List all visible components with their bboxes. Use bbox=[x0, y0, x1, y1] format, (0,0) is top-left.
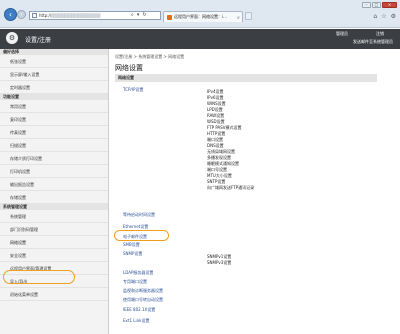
settings-gear-icon[interactable]: ⚙ bbox=[391, 13, 396, 20]
window-controls: – □ × bbox=[362, 2, 397, 8]
browser-chrome: – □ × ‹ › http://▓▓▓▓▓▓▓▓▓▓▓▓▓▓▓▓ ⌕ ▾ ↻ … bbox=[0, 0, 400, 28]
link-snmp[interactable]: SNMP设置 bbox=[123, 251, 142, 257]
sidebar-item-department-id[interactable]: 部门识别码管理 bbox=[0, 223, 108, 236]
sidebar-item-report[interactable]: 输出报告设置 bbox=[0, 178, 108, 191]
sidebar-item-display[interactable]: 显示屏/输入设置 bbox=[0, 68, 108, 81]
sidebar-item-timer[interactable]: 定时器设置 bbox=[0, 81, 108, 94]
page-icon bbox=[32, 13, 37, 18]
page-header-title: 设置/注册 bbox=[25, 37, 52, 44]
search-icon[interactable]: ⌕ bbox=[131, 12, 134, 18]
link-smb[interactable]: SMB设置 bbox=[123, 242, 140, 248]
refresh-icon[interactable]: ↻ bbox=[142, 12, 146, 18]
dropdown-icon[interactable]: ▾ bbox=[137, 12, 140, 18]
sidebar-item-system-management[interactable]: 系统管理 bbox=[0, 210, 108, 223]
url-masked: ▓▓▓▓▓▓▓▓▓▓▓▓▓▓▓▓ bbox=[51, 13, 101, 18]
sidebar-item-copy[interactable]: 复印设置 bbox=[0, 113, 108, 126]
sidebar: 偏好选择 纸张设置 显示屏/输入设置 定时器设置 功能设置 常用设置 复印设置 … bbox=[0, 49, 109, 334]
favorites-star-icon[interactable]: ☆ bbox=[381, 13, 386, 20]
sidebar-item-storage[interactable]: 存储设置 bbox=[0, 191, 108, 204]
link-monitoring[interactable]: 监视和诊断服务器设置 bbox=[123, 288, 163, 294]
email-settings-highlight bbox=[114, 230, 169, 241]
link-ieee8021x[interactable]: IEEE 802.1X设置 bbox=[123, 307, 155, 313]
link-ext1[interactable]: Ext1 Link设置 bbox=[123, 318, 149, 324]
logout-link[interactable]: 注销 bbox=[376, 31, 384, 37]
link-port-auto[interactable]: 使用端口号转自动设置 bbox=[123, 297, 163, 303]
tab-title: 远程用户界面：网络设置：i... bbox=[174, 14, 227, 19]
url-prefix: http:// bbox=[39, 13, 52, 18]
window-close-button[interactable]: × bbox=[382, 2, 397, 8]
home-icon[interactable]: ⌂ bbox=[373, 13, 377, 20]
link-tcpip[interactable]: TCP/IP设置 bbox=[123, 87, 143, 93]
app-header: ⚙ 设置/注册 管理员 注销 发送邮件至系统管理员 bbox=[0, 29, 400, 49]
link-startup-wait[interactable]: 等待启动时间设置 bbox=[123, 212, 155, 218]
favicon-icon bbox=[167, 14, 172, 20]
user-role: 管理员 bbox=[336, 31, 348, 36]
new-tab-button[interactable] bbox=[245, 12, 252, 20]
tcpip-item: 向广域网发送FTP通讯记录 bbox=[207, 185, 255, 190]
forward-arrow-icon[interactable]: › bbox=[17, 10, 26, 19]
main-content: 设置/注册 > 系统管理设置 > 网络设置 网络设置 网络设置 TCP/IP设置… bbox=[109, 49, 400, 334]
network-settings-highlight bbox=[3, 270, 75, 284]
minimize-button[interactable]: – bbox=[362, 2, 371, 8]
back-arrow-icon[interactable]: ‹ bbox=[4, 8, 17, 21]
settings-home-icon[interactable]: ⚙ bbox=[6, 32, 18, 44]
sidebar-item-fax[interactable]: 传真设置 bbox=[0, 126, 108, 139]
sidebar-item-printer[interactable]: 打印机设置 bbox=[0, 165, 108, 178]
sidebar-item-media-print[interactable]: 存储介质打印设置 bbox=[0, 152, 108, 165]
tab-close-icon[interactable]: × bbox=[237, 15, 242, 20]
snmp-item: SNMPv3设置 bbox=[207, 260, 232, 265]
breadcrumb: 设置/注册 > 系统管理设置 > 网络设置 bbox=[115, 54, 185, 59]
sidebar-item-security[interactable]: 安全设置 bbox=[0, 249, 108, 262]
sidebar-item-init-menu[interactable]: 初始化菜单设置 bbox=[0, 288, 108, 301]
sidebar-item-scan[interactable]: 扫描设置 bbox=[0, 139, 108, 152]
sidebar-item-paper[interactable]: 纸张设置 bbox=[0, 55, 108, 68]
section-header: 网络设置 bbox=[115, 74, 377, 82]
mail-admin-link[interactable]: 发送邮件至系统管理员 bbox=[353, 39, 393, 45]
sidebar-item-network[interactable]: 网络设置 bbox=[0, 236, 108, 249]
link-ldap[interactable]: LDAP服务器设置 bbox=[123, 270, 153, 276]
link-dedicated-port[interactable]: 专用端口设置 bbox=[123, 279, 147, 285]
sidebar-item-common[interactable]: 常用设置 bbox=[0, 100, 108, 113]
maximize-button[interactable]: □ bbox=[372, 2, 381, 8]
browser-tab[interactable]: 远程用户界面：网络设置：i... × bbox=[163, 11, 243, 22]
page-title: 网络设置 bbox=[115, 64, 143, 72]
